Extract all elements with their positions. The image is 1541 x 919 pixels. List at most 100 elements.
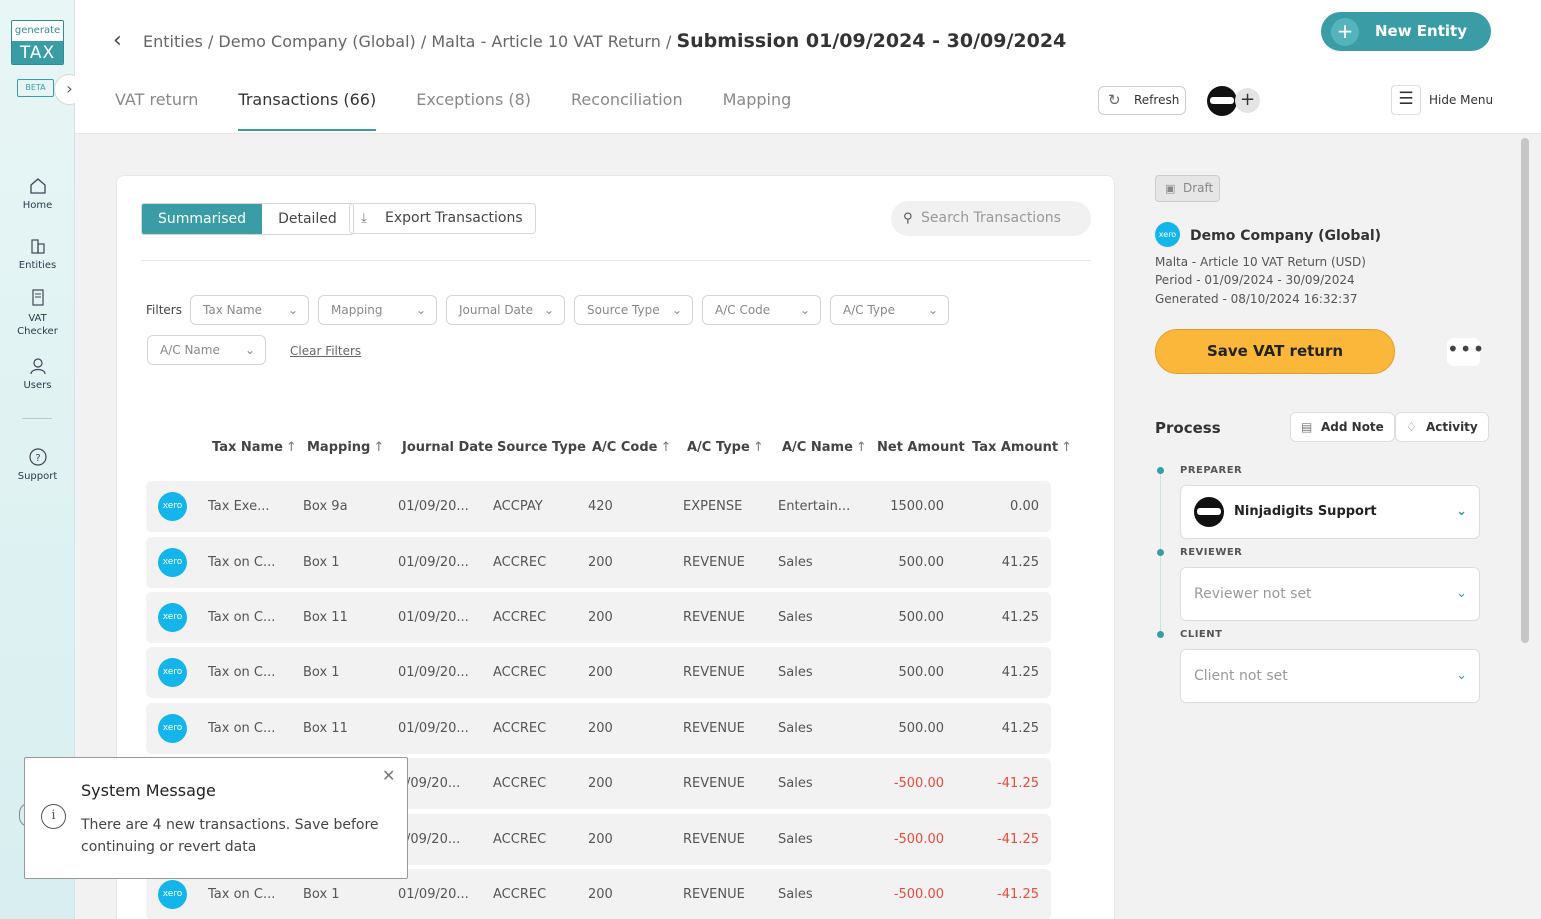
- col-tax-name[interactable]: Tax Name ↑: [212, 440, 297, 455]
- xero-icon: xero: [158, 603, 187, 632]
- toast-title: System Message: [81, 781, 216, 800]
- nav-home[interactable]: Home: [0, 176, 75, 211]
- activity-button[interactable]: ♢ Activity: [1395, 412, 1489, 442]
- filter-label: A/C Type: [843, 303, 896, 317]
- tab-exceptions[interactable]: Exceptions (8): [416, 90, 531, 131]
- preparer-value: Ninjadigits Support: [1234, 504, 1377, 519]
- sort-arrow-icon: ↑: [660, 440, 672, 455]
- cell-tax: 41.25: [1001, 555, 1039, 570]
- menu-icon: ☰: [1391, 85, 1421, 115]
- export-transactions-button[interactable]: ⤓ Export Transactions: [349, 203, 536, 234]
- user-avatar[interactable]: [1207, 86, 1237, 116]
- filter-ac-name[interactable]: A/C Name ⌄: [147, 335, 266, 365]
- filter-ac-code[interactable]: A/C Code ⌄: [702, 295, 821, 325]
- xero-icon: xero: [158, 714, 187, 743]
- filter-source-type[interactable]: Source Type ⌄: [574, 295, 693, 325]
- chevron-down-icon: ⌄: [244, 343, 255, 357]
- filter-tax-name[interactable]: Tax Name ⌄: [190, 295, 309, 325]
- col-ac-name[interactable]: A/C Name ↑: [782, 440, 867, 455]
- filters-label: Filters: [146, 303, 182, 317]
- more-options-icon[interactable]: •••: [1447, 338, 1484, 366]
- add-note-button[interactable]: ▤ Add Note: [1290, 412, 1395, 442]
- col-ac-type[interactable]: A/C Type ↑: [687, 440, 764, 455]
- document-icon: [31, 289, 44, 306]
- preparer-label: PREPARER: [1180, 465, 1243, 476]
- add-user-button[interactable]: +: [1235, 88, 1260, 113]
- close-icon[interactable]: ✕: [382, 766, 395, 785]
- filter-mapping[interactable]: Mapping ⌄: [318, 295, 437, 325]
- cell-name: Entertain...: [778, 499, 851, 514]
- status-label: Draft: [1183, 181, 1214, 195]
- nav-home-label: Home: [22, 200, 53, 211]
- filter-journal-date[interactable]: Journal Date ⌄: [446, 295, 565, 325]
- cell-date: 01/09/20...: [398, 887, 469, 902]
- page-title: Submission 01/09/2024 - 30/09/2024: [676, 30, 1067, 52]
- table-row[interactable]: xero Tax on C... Box 11 01/09/20... ACCR…: [146, 703, 1051, 754]
- cell-type: REVENUE: [683, 776, 745, 791]
- preparer-avatar: [1194, 497, 1224, 527]
- logo-top-text: generate: [14, 25, 61, 36]
- col-label: A/C Code: [592, 440, 658, 455]
- breadcrumb-path[interactable]: Entities / Demo Company (Global) / Malta…: [143, 32, 671, 51]
- reviewer-select[interactable]: Reviewer not set ⌄: [1180, 567, 1480, 621]
- col-source-type[interactable]: Source Type: [497, 440, 586, 455]
- table-row[interactable]: xero Tax Exe... Box 9a 01/09/20... ACCPA…: [146, 481, 1051, 532]
- back-icon[interactable]: ‹: [113, 28, 122, 53]
- col-label: Net Amount: [877, 440, 965, 455]
- search-transactions-input[interactable]: ⚲ Search Transactions: [891, 201, 1091, 236]
- cell-tax: -41.25: [997, 776, 1039, 791]
- cell-mapping: Box 11: [303, 721, 348, 736]
- cell-tax-name: Tax on C...: [208, 665, 276, 680]
- col-label: A/C Name: [782, 440, 853, 455]
- col-mapping[interactable]: Mapping ↑: [307, 440, 384, 455]
- tab-transactions[interactable]: Transactions (66): [238, 90, 377, 131]
- xero-icon: xero: [158, 492, 187, 521]
- generate-tax-logo[interactable]: generate TAX: [11, 20, 64, 65]
- cell-name: Sales: [778, 887, 813, 902]
- activity-label: Activity: [1426, 420, 1478, 434]
- preparer-select[interactable]: Ninjadigits Support ⌄: [1180, 485, 1480, 539]
- table-row[interactable]: xero Tax on C... Box 11 01/09/20... ACCR…: [146, 592, 1051, 643]
- cell-source: ACCREC: [493, 610, 547, 625]
- filter-ac-type[interactable]: A/C Type ⌄: [830, 295, 949, 325]
- new-entity-button[interactable]: + New Entity: [1321, 12, 1491, 51]
- refresh-button[interactable]: ↻ Refresh: [1098, 86, 1186, 115]
- col-net-amount[interactable]: Net Amount: [877, 440, 965, 455]
- refresh-icon: ↻: [1108, 91, 1121, 109]
- table-row[interactable]: xero Tax on C... Box 1 01/09/20... ACCRE…: [146, 537, 1051, 588]
- chevron-down-icon: ⌄: [1456, 668, 1467, 683]
- avatar-mask: [1210, 97, 1234, 104]
- nav-users[interactable]: Users: [0, 356, 75, 391]
- col-tax-amount[interactable]: Tax Amount ↑: [972, 440, 1072, 455]
- col-ac-code[interactable]: A/C Code ↑: [592, 440, 671, 455]
- page-scrollbar[interactable]: [1521, 138, 1529, 643]
- nav-support[interactable]: ? Support: [0, 447, 75, 482]
- search-icon: ⚲: [903, 211, 913, 226]
- cell-mapping: Box 1: [303, 555, 340, 570]
- nav-entities[interactable]: Entities: [0, 236, 75, 271]
- clear-filters-link[interactable]: Clear Filters: [290, 344, 361, 358]
- cell-tax: 0.00: [1010, 499, 1039, 514]
- summarised-toggle[interactable]: Summarised: [142, 204, 263, 234]
- tab-vat-return[interactable]: VAT return: [115, 90, 198, 131]
- tab-mapping[interactable]: Mapping: [723, 90, 792, 131]
- table-row[interactable]: xero Tax on C... Box 1 01/09/20... ACCRE…: [146, 647, 1051, 698]
- cell-mapping: Box 1: [303, 665, 340, 680]
- client-value: Client not set: [1194, 668, 1288, 684]
- tab-reconciliation[interactable]: Reconciliation: [571, 90, 683, 131]
- nav-vat-checker[interactable]: VAT Checker: [0, 288, 75, 338]
- filter-label: A/C Name: [160, 343, 220, 357]
- filter-label: Mapping: [331, 303, 383, 317]
- cell-type: REVENUE: [683, 721, 745, 736]
- cell-tax: 41.25: [1001, 665, 1039, 680]
- save-vat-return-button[interactable]: Save VAT return: [1155, 329, 1395, 374]
- cell-date: 01/09/20...: [398, 555, 469, 570]
- cell-type: REVENUE: [683, 665, 745, 680]
- hide-menu-button[interactable]: ☰ Hide Menu: [1391, 85, 1493, 115]
- logo-bottom-text: TAX: [12, 41, 63, 64]
- chevron-down-icon: ⌄: [799, 303, 810, 317]
- cell-code: 200: [588, 887, 613, 902]
- client-select[interactable]: Client not set ⌄: [1180, 649, 1480, 703]
- detailed-toggle[interactable]: Detailed: [262, 204, 353, 234]
- col-journal-date[interactable]: Journal Date: [402, 440, 493, 455]
